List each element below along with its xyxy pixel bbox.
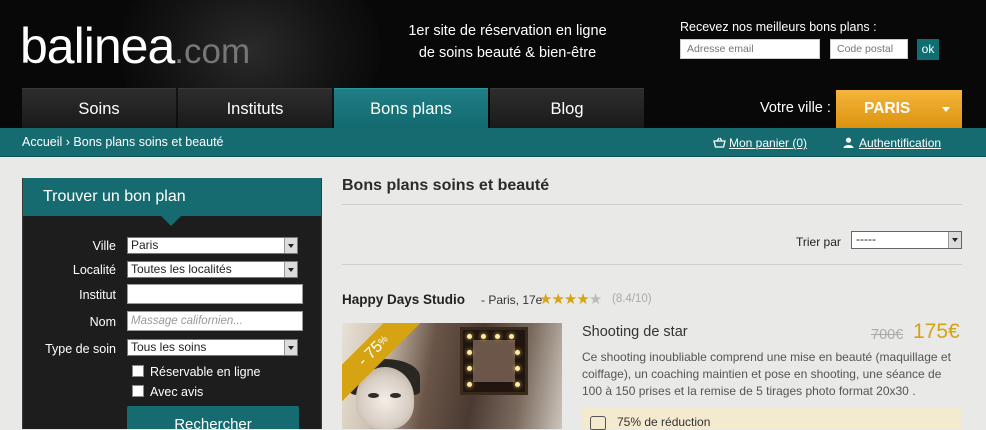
image-bulb	[509, 334, 514, 339]
deal-title[interactable]: Shooting de star	[582, 324, 688, 340]
sort-label: Trier par	[796, 235, 841, 249]
tagline-line-2: de soins beauté & bien-être	[418, 45, 597, 61]
dropdown-arrow-icon	[284, 238, 297, 253]
nom-label: Nom	[89, 315, 116, 329]
image-mirror	[460, 327, 528, 395]
nav-tab-bons-plans[interactable]: Bons plans	[334, 88, 488, 128]
newsletter-postal-input[interactable]	[830, 39, 908, 59]
deal-rating-text: (8.4/10)	[612, 293, 652, 305]
ville-select[interactable]: Paris	[127, 237, 298, 254]
thumbs-up-icon	[590, 416, 606, 430]
search-button[interactable]: Rechercher	[127, 406, 299, 429]
user-icon	[843, 137, 854, 148]
reservable-checkbox[interactable]	[132, 365, 144, 377]
image-bulb	[467, 350, 472, 355]
institut-input[interactable]	[127, 284, 303, 304]
dropdown-arrow-icon	[284, 262, 297, 277]
deal-description: Ce shooting inoubliable comprend une mis…	[582, 350, 951, 398]
sort-select[interactable]: -----	[851, 231, 962, 249]
image-bulb	[467, 366, 472, 371]
logo-suffix: .com	[174, 32, 251, 71]
title-divider	[342, 204, 962, 205]
nav-tab-instituts[interactable]: Instituts	[178, 88, 332, 128]
image-bulb	[467, 382, 472, 387]
search-panel: Trouver un bon plan Ville Paris Localité…	[22, 178, 322, 429]
newsletter-email-input[interactable]	[680, 39, 820, 59]
star-empty-icon: ★	[588, 291, 602, 308]
deal-location: - Paris, 17e	[481, 293, 543, 307]
image-mirror-glass	[473, 340, 515, 382]
new-price: 175€	[913, 320, 960, 343]
localite-select[interactable]: Toutes les localités	[127, 261, 298, 278]
deal-rating-stars: ★★★★★	[539, 290, 602, 308]
ville-label: Ville	[92, 239, 116, 253]
image-bulb	[495, 334, 500, 339]
cart-link[interactable]: Mon panier (0)	[713, 128, 807, 159]
dropdown-arrow-icon	[948, 232, 961, 248]
dropdown-arrow-icon	[284, 340, 297, 355]
image-bulb	[515, 350, 520, 355]
city-value: PARIS	[864, 100, 911, 117]
auth-label: Authentification	[859, 136, 942, 150]
localite-label: Localité	[72, 263, 116, 277]
reduction-box: 75% de réduction	[582, 408, 962, 430]
city-label: Votre ville :	[760, 100, 831, 116]
sort-select-value: -----	[856, 232, 876, 246]
newsletter-ok-button[interactable]: ok	[917, 39, 939, 60]
page-title: Bons plans soins et beauté	[342, 177, 550, 194]
basket-icon	[713, 137, 726, 148]
type-de-soin-select[interactable]: Tous les soins	[127, 339, 298, 356]
star-icon: ★	[576, 291, 589, 308]
deal-name[interactable]: Happy Days Studio	[342, 292, 465, 307]
reduction-text: 75% de réduction	[617, 415, 711, 429]
breadcrumb[interactable]: Accueil › Bons plans soins et beauté	[22, 128, 224, 157]
nav-tab-blog[interactable]: Blog	[490, 88, 644, 128]
localite-select-value: Toutes les localités	[131, 262, 232, 276]
type-de-soin-label: Type de soin	[45, 342, 116, 356]
avec-avis-label: Avec avis	[150, 385, 204, 399]
avec-avis-checkbox[interactable]	[132, 385, 144, 397]
image-bulb	[515, 366, 520, 371]
image-bulb	[515, 382, 520, 387]
logo[interactable]: balinea.com	[20, 16, 250, 82]
search-panel-title: Trouver un bon plan	[23, 178, 321, 216]
auth-link[interactable]: Authentification	[843, 128, 941, 159]
star-icon: ★	[563, 291, 577, 308]
nav-tab-soins[interactable]: Soins	[22, 88, 176, 128]
cart-label: Mon panier (0)	[729, 136, 808, 150]
city-selector[interactable]: PARIS	[836, 90, 962, 128]
old-price: 700€	[871, 327, 904, 343]
tagline-line-1: 1er site de réservation en ligne	[408, 23, 607, 39]
sort-divider	[342, 264, 962, 265]
ville-select-value: Paris	[131, 238, 159, 252]
breadcrumb-bar: Accueil › Bons plans soins et beauté Mon…	[0, 128, 986, 157]
panel-pointer	[161, 216, 181, 226]
nom-input[interactable]: Massage californien...	[127, 311, 303, 331]
newsletter-label: Recevez nos meilleurs bons plans :	[680, 20, 877, 34]
star-icon: ★	[539, 291, 552, 308]
site-header: balinea.com 1er site de réservation en l…	[0, 0, 986, 128]
image-eye	[390, 393, 401, 398]
image-bulb	[467, 334, 472, 339]
tagline: 1er site de réservation en ligne de soin…	[400, 20, 615, 64]
star-icon: ★	[551, 291, 564, 308]
reservable-label: Réservable en ligne	[150, 365, 261, 379]
deal-image[interactable]: - 75%	[342, 323, 562, 429]
image-eye	[368, 393, 379, 398]
logo-main: balinea	[20, 18, 175, 74]
chevron-down-icon	[942, 107, 950, 112]
institut-label: Institut	[79, 288, 116, 302]
type-de-soin-select-value: Tous les soins	[131, 340, 207, 354]
image-bulb	[481, 334, 486, 339]
